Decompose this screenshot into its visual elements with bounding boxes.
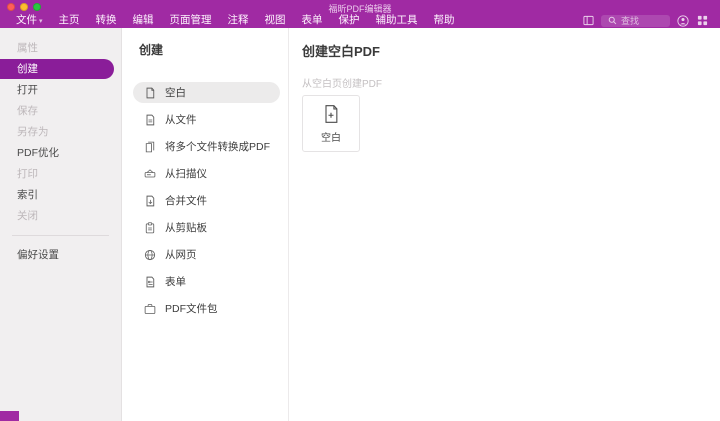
- menubar-right-tools: [582, 14, 716, 27]
- sidebar-item-create[interactable]: 创建: [0, 59, 114, 79]
- form-icon: [144, 276, 156, 288]
- scanner-icon: [144, 168, 156, 180]
- blank-pdf-card[interactable]: 空白: [302, 95, 360, 152]
- menu-convert[interactable]: 转换: [88, 13, 125, 28]
- create-panel: 创建 空白 从文件 将多个文件转换成PDF 从扫描仪 合并文件 从剪贴板 从网页…: [123, 28, 289, 421]
- apps-grid-icon[interactable]: [696, 15, 708, 27]
- sidebar-divider: [12, 235, 109, 236]
- create-item-label: 空白: [165, 87, 186, 99]
- create-panel-title: 创建: [139, 43, 164, 57]
- create-item-blank[interactable]: 空白: [133, 82, 280, 103]
- bottom-left-accent: [0, 411, 19, 421]
- sidebar-item-open[interactable]: 打开: [0, 80, 121, 100]
- page-title: 创建空白PDF: [302, 44, 381, 59]
- create-item-pdf-portfolio[interactable]: PDF文件包: [133, 298, 280, 319]
- menu-page-organize[interactable]: 页面管理: [162, 13, 220, 28]
- create-item-combine-files[interactable]: 合并文件: [133, 190, 280, 211]
- sidebar-item-properties: 属性: [17, 42, 38, 54]
- content-area: 创建空白PDF 从空白页创建PDF 空白: [290, 28, 720, 421]
- globe-icon: [144, 249, 156, 261]
- create-item-label: 合并文件: [165, 195, 207, 207]
- create-options-list: 空白 从文件 将多个文件转换成PDF 从扫描仪 合并文件 从剪贴板 从网页 表单…: [123, 82, 288, 319]
- maximize-window-button[interactable]: [33, 2, 41, 11]
- close-window-button[interactable]: [7, 2, 15, 11]
- menu-help[interactable]: 帮助: [426, 13, 463, 28]
- sidebar-item-index[interactable]: 索引: [0, 185, 121, 205]
- create-item-label: 表单: [165, 276, 186, 288]
- window-controls: [7, 2, 41, 11]
- create-item-from-web[interactable]: 从网页: [133, 244, 280, 265]
- menu-form[interactable]: 表单: [294, 13, 331, 28]
- create-item-label: 从文件: [165, 114, 197, 126]
- create-item-from-file[interactable]: 从文件: [133, 109, 280, 130]
- create-item-label: 从扫描仪: [165, 168, 207, 180]
- sidebar-item-pdf-optimize[interactable]: PDF优化: [0, 143, 121, 163]
- multiple-files-icon: [144, 141, 156, 153]
- window-title: 福昕PDF编辑器: [328, 4, 392, 14]
- menu-protect[interactable]: 保护: [331, 13, 368, 28]
- sidebar-item-preferences[interactable]: 偏好设置: [0, 245, 121, 265]
- sidebar-item-close: 关闭: [17, 210, 38, 222]
- layout-toggle-icon[interactable]: [582, 15, 594, 27]
- account-icon[interactable]: [677, 14, 689, 27]
- clipboard-icon: [144, 221, 156, 234]
- titlebar: 福昕PDF编辑器: [0, 0, 720, 14]
- minimize-window-button[interactable]: [20, 2, 28, 11]
- search-icon: [606, 15, 618, 27]
- file-sidebar: 属性 创建 打开 保存 另存为 PDF优化 打印 索引 关闭 偏好设置: [0, 28, 122, 421]
- search-input[interactable]: [621, 15, 665, 26]
- blank-card-label: 空白: [321, 132, 341, 144]
- menu-home[interactable]: 主页: [51, 13, 88, 28]
- menu-comment[interactable]: 注释: [220, 13, 257, 28]
- create-item-from-clipboard[interactable]: 从剪贴板: [133, 217, 280, 238]
- new-document-icon: [321, 104, 341, 124]
- create-item-multiple-files[interactable]: 将多个文件转换成PDF: [133, 136, 280, 157]
- menu-edit[interactable]: 编辑: [125, 13, 162, 28]
- sidebar-item-print: 打印: [17, 168, 38, 180]
- create-item-label: PDF文件包: [165, 303, 218, 315]
- from-file-icon: [144, 114, 156, 126]
- sidebar-item-save: 保存: [17, 105, 38, 117]
- page-subtitle: 从空白页创建PDF: [302, 79, 382, 90]
- blank-doc-icon: [144, 87, 156, 99]
- create-item-from-scanner[interactable]: 从扫描仪: [133, 163, 280, 184]
- file-sidebar-list: 属性 创建 打开 保存 另存为 PDF优化 打印 索引 关闭: [0, 28, 121, 226]
- app-header: 福昕PDF编辑器 文件 ▾ 主页 转换 编辑 页面管理 注释 视图 表单 保护 辅…: [0, 0, 720, 28]
- menu-accessibility[interactable]: 辅助工具: [368, 13, 426, 28]
- sidebar-item-save-as: 另存为: [17, 126, 49, 138]
- combine-files-icon: [144, 195, 156, 207]
- menu-bar: 文件 ▾ 主页 转换 编辑 页面管理 注释 视图 表单 保护 辅助工具 帮助: [0, 13, 720, 28]
- create-item-label: 从网页: [165, 249, 197, 261]
- create-item-form[interactable]: 表单: [133, 271, 280, 292]
- menu-view[interactable]: 视图: [257, 13, 294, 28]
- portfolio-icon: [144, 303, 156, 315]
- chevron-down-icon: ▾: [39, 17, 43, 25]
- create-item-label: 将多个文件转换成PDF: [165, 141, 270, 153]
- create-item-label: 从剪贴板: [165, 222, 207, 234]
- search-box[interactable]: [601, 14, 670, 27]
